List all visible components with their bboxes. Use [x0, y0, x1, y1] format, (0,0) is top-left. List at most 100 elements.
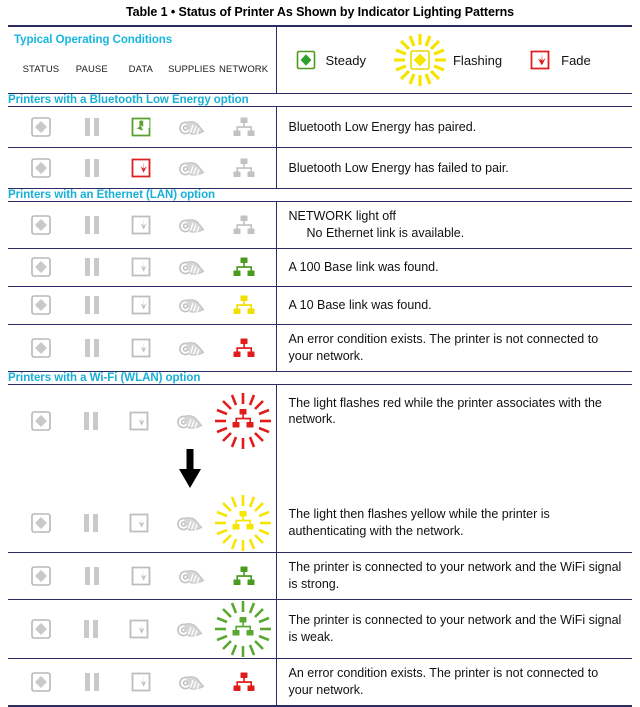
table-row: The light flashes red while the printer …	[8, 384, 632, 494]
network-flashing-yellow-icon	[214, 494, 271, 552]
column-header-pause: PAUSE	[75, 64, 108, 75]
table-row: Bluetooth Low Energy has failed to pair.	[8, 147, 633, 189]
table-row: The printer is connected to your network…	[8, 599, 633, 659]
column-header-supplies: SUPPLIES	[168, 64, 216, 75]
data-light-icon	[116, 156, 166, 180]
legend-label-steady: Steady	[325, 52, 366, 68]
pause-light-icon	[68, 671, 116, 693]
status-light-icon	[14, 293, 68, 317]
network-light-icon	[218, 337, 270, 359]
status-table: Typical Operating Conditions STATUS PAUS…	[8, 25, 632, 707]
row-description: The printer is connected to your network…	[277, 553, 633, 599]
icon-cell	[8, 248, 276, 286]
section-heading-ethernet-row: Printers with an Ethernet (LAN) option	[8, 188, 632, 202]
supplies-light-icon	[166, 294, 218, 316]
indicator-icons	[8, 600, 276, 658]
pause-light-icon	[68, 294, 116, 316]
transition-arrow-icon	[104, 448, 276, 489]
row-description: The printer is connected to your network…	[277, 606, 633, 652]
row-description: Bluetooth Low Energy has paired.	[277, 113, 633, 142]
row-description: Bluetooth Low Energy has failed to pair.	[277, 154, 633, 183]
row-description-line1: Bluetooth Low Energy has paired.	[288, 119, 477, 134]
row-description-line1: The light then flashes yellow while the …	[288, 507, 550, 538]
table-row: An error condition exists. The printer i…	[8, 658, 632, 706]
fade-box-arrow-icon	[528, 48, 552, 72]
section-heading-ethernet: Printers with an Ethernet (LAN) option	[8, 189, 216, 201]
indicator-icons	[8, 336, 276, 360]
indicator-icons	[8, 385, 276, 457]
description-cell: A 10 Base link was found.	[275, 286, 633, 325]
indicator-icons	[8, 293, 276, 317]
row-description: An error condition exists. The printer i…	[277, 325, 633, 371]
network-light-icon	[218, 157, 270, 179]
network-flashing-green-icon	[214, 600, 271, 658]
network-flashing-red-icon	[214, 392, 271, 450]
supplies-light-icon	[166, 157, 218, 179]
table-row: The light then flashes yellow while the …	[8, 494, 632, 553]
description-cell: The light flashes red while the printer …	[275, 384, 633, 494]
description-cell: The printer is connected to your network…	[275, 599, 633, 659]
status-light-icon	[14, 255, 68, 279]
icon-cell	[8, 148, 276, 189]
row-description-line1: A 10 Base link was found.	[288, 297, 432, 312]
status-light-icon	[14, 115, 68, 139]
supplies-light-icon	[164, 512, 215, 534]
legend-label-fade: Fade	[561, 52, 591, 68]
data-light-icon	[115, 409, 164, 433]
supplies-light-icon	[164, 410, 215, 432]
network-light-icon	[218, 256, 270, 278]
icon-cell	[8, 494, 276, 553]
status-light-icon	[14, 617, 67, 641]
row-description: The light flashes red while the printer …	[277, 385, 633, 435]
row-description-line2: No Ethernet link is available.	[306, 225, 465, 240]
row-description: The light then flashes yellow while the …	[277, 500, 633, 546]
icon-cell	[8, 107, 276, 148]
table-page: Table 1 • Status of Printer As Shown by …	[0, 0, 640, 707]
row-description-line1: An error condition exists. The printer i…	[288, 665, 599, 697]
flashing-diamond-icon	[392, 32, 448, 88]
pause-light-icon	[67, 410, 115, 432]
row-description-line1: The light flashes red while the printer …	[288, 395, 602, 427]
supplies-light-icon	[166, 214, 218, 236]
network-light-icon	[218, 565, 270, 587]
indicator-icons	[8, 213, 276, 237]
row-description: A 10 Base link was found.	[277, 291, 633, 320]
indicator-icons	[8, 564, 276, 588]
status-light-icon	[14, 336, 68, 360]
status-light-icon	[14, 156, 68, 180]
pause-light-icon	[68, 214, 116, 236]
description-cell: An error condition exists. The printer i…	[275, 658, 632, 706]
row-description: NETWORK light off No Ethernet link is av…	[277, 202, 633, 248]
icon-cell	[8, 286, 276, 324]
description-cell: The light then flashes yellow while the …	[275, 494, 633, 553]
row-description: A 100 Base link was found.	[277, 253, 633, 282]
icon-cell	[8, 202, 276, 249]
row-description-line1: A 100 Base link was found.	[288, 259, 439, 274]
indicator-icons	[8, 255, 276, 279]
icon-cell	[8, 553, 276, 600]
status-light-icon	[14, 670, 68, 694]
row-description-line1: The printer is connected to your network…	[288, 612, 622, 644]
network-light-icon	[218, 116, 270, 138]
table-row: An error condition exists. The printer i…	[8, 324, 632, 371]
description-cell: Bluetooth Low Energy has failed to pair.	[275, 147, 633, 189]
data-light-icon	[115, 617, 164, 641]
data-light-icon	[116, 564, 166, 588]
column-header-data: DATA	[128, 64, 153, 75]
supplies-light-icon	[166, 116, 218, 138]
legend-item-steady: Steady	[295, 49, 366, 71]
section-heading-bluetooth-row: Printers with a Bluetooth Low Energy opt…	[8, 93, 632, 107]
data-light-icon	[116, 670, 166, 694]
data-light-icon	[115, 511, 164, 535]
description-cell: NETWORK light off No Ethernet link is av…	[275, 201, 633, 249]
legend: Steady Flashing Fade	[277, 27, 633, 93]
data-light-icon	[116, 115, 166, 139]
indicator-icons	[8, 115, 276, 139]
pause-light-icon	[68, 116, 116, 138]
data-light-icon	[116, 336, 166, 360]
icon-cell	[8, 324, 276, 371]
status-light-icon	[14, 511, 67, 535]
column-headers: STATUS PAUSE DATA SUPPLIES NETWORK	[8, 51, 276, 81]
page-title: Table 1 • Status of Printer As Shown by …	[126, 5, 514, 19]
legend-item-fade: Fade	[528, 48, 591, 72]
